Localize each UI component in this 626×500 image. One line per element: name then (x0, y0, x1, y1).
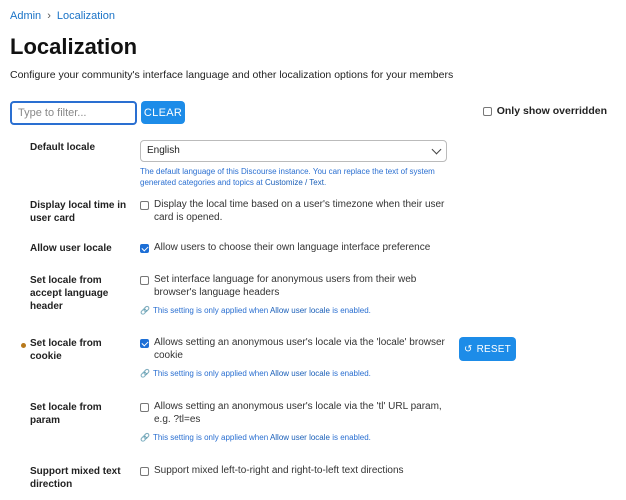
setting-checkbox-text: Allows setting an anonymous user's local… (154, 401, 442, 425)
setting-label: Default locale (30, 142, 96, 153)
breadcrumb-current-link[interactable]: Localization (57, 10, 115, 22)
default-locale-select[interactable]: English (140, 140, 447, 162)
allow-user-locale-link[interactable]: Allow user locale (270, 369, 330, 378)
page-title: Localization (10, 34, 138, 59)
customize-text-link[interactable]: Customize / Text (265, 178, 324, 187)
setting-label: Support mixed text direction (30, 466, 121, 490)
setting-hint: 🔗 This setting is only applied when Allo… (140, 432, 450, 445)
setting-label: Set locale from cookie (30, 338, 102, 362)
only-show-overridden-toggle[interactable]: Only show overridden (482, 105, 607, 117)
link-icon: 🔗 (140, 369, 150, 378)
clear-button[interactable]: CLEAR (141, 101, 185, 124)
setting-label: Allow user locale (30, 243, 112, 254)
link-icon: 🔗 (140, 306, 150, 315)
breadcrumb: Admin › Localization (10, 10, 115, 22)
setting-checkbox-text: Display the local time based on a user's… (154, 199, 445, 223)
chevron-down-icon (431, 144, 442, 154)
locale-from-cookie-checkbox[interactable] (140, 339, 149, 348)
display-local-time-checkbox[interactable] (140, 201, 149, 210)
setting-hint: 🔗 This setting is only applied when Allo… (140, 305, 450, 318)
changed-indicator-dot (21, 343, 26, 348)
allow-user-locale-link[interactable]: Allow user locale (270, 306, 330, 315)
setting-checkbox-text: Allow users to choose their own language… (154, 242, 431, 253)
mixed-text-direction-checkbox[interactable] (140, 467, 149, 476)
setting-checkbox-text: Set interface language for anonymous use… (154, 274, 417, 298)
locale-from-accept-header-checkbox[interactable] (140, 276, 149, 285)
reset-icon: ↺ (464, 343, 473, 355)
filter-input[interactable] (10, 101, 137, 125)
default-locale-value: English (147, 144, 180, 156)
breadcrumb-separator: › (47, 10, 51, 22)
breadcrumb-admin-link[interactable]: Admin (10, 10, 41, 22)
link-icon: 🔗 (140, 433, 150, 442)
setting-hint: 🔗 This setting is only applied when Allo… (140, 368, 450, 381)
only-show-overridden-label: Only show overridden (496, 105, 607, 117)
allow-user-locale-link[interactable]: Allow user locale (270, 433, 330, 442)
locale-from-param-checkbox[interactable] (140, 403, 149, 412)
setting-label: Display local time in user card (30, 200, 127, 224)
setting-label: Set locale from param (30, 402, 102, 426)
reset-button[interactable]: ↺ RESET (459, 337, 516, 361)
only-show-overridden-checkbox[interactable] (482, 106, 492, 116)
setting-checkbox-text: Support mixed left-to-right and right-to… (154, 465, 404, 476)
setting-checkbox-text: Allows setting an anonymous user's local… (154, 337, 445, 361)
setting-description: The default language of this Discourse i… (140, 167, 435, 187)
allow-user-locale-checkbox[interactable] (140, 244, 149, 253)
page-description: Configure your community's interface lan… (10, 69, 454, 81)
setting-label: Set locale from accept language header (30, 275, 109, 312)
